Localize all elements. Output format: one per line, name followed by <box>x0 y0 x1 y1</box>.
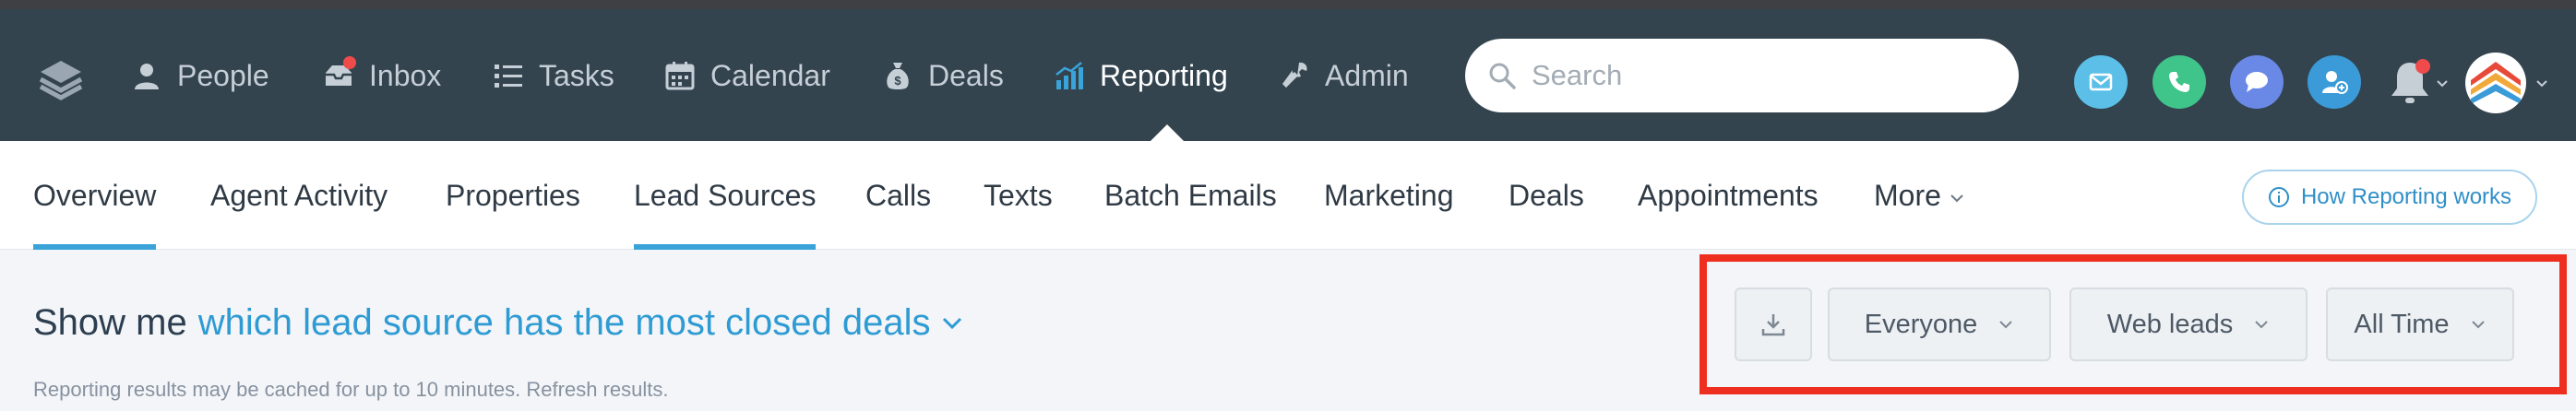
download-icon <box>1761 314 1785 336</box>
tab-more[interactable]: More <box>1874 141 1965 250</box>
nav-item-inbox[interactable]: Inbox <box>323 50 441 101</box>
tab-label: Marketing <box>1324 178 1454 212</box>
envelope-icon <box>2089 73 2113 91</box>
tab-label: Batch Emails <box>1104 178 1277 212</box>
nav-item-label: Deals <box>928 58 1004 92</box>
tab-label: Properties <box>446 178 580 212</box>
active-nav-indicator <box>1151 124 1184 141</box>
report-question-selector[interactable]: which lead source has the most closed de… <box>198 302 931 344</box>
source-filter-dropdown[interactable]: Web leads <box>2069 288 2308 361</box>
person-icon <box>131 60 162 91</box>
nav-item-admin[interactable]: Admin <box>1279 50 1409 101</box>
help-label: How Reporting works <box>2300 184 2512 209</box>
phone-button[interactable] <box>2153 55 2206 109</box>
tab-properties[interactable]: Properties <box>446 141 580 250</box>
report-tabs: Overview Agent Activity Properties Lead … <box>0 141 2576 250</box>
tab-texts[interactable]: Texts <box>984 141 1053 250</box>
window-top-strip <box>0 0 2576 9</box>
top-navbar: People Inbox Tasks Calendar $ Deals Repo… <box>0 9 2576 141</box>
money-bag-icon: $ <box>882 60 913 91</box>
nav-item-deals[interactable]: $ Deals <box>882 50 1004 101</box>
nav-item-label: People <box>177 58 269 92</box>
bar-chart-icon <box>1054 60 1085 91</box>
chevron-down-icon <box>1950 194 1963 203</box>
chevron-down-icon <box>2255 321 2268 329</box>
info-icon <box>2268 187 2289 207</box>
tab-label: Texts <box>984 178 1053 212</box>
nav-item-label: Calendar <box>710 58 830 92</box>
how-reporting-works-button[interactable]: How Reporting works <box>2242 170 2537 225</box>
tab-appointments[interactable]: Appointments <box>1638 141 1819 250</box>
chat-button[interactable] <box>2230 55 2284 109</box>
inbox-icon <box>323 56 356 91</box>
notification-dot <box>2415 59 2430 74</box>
tab-lead-sources[interactable]: Lead Sources <box>634 141 817 250</box>
period-filter-dropdown[interactable]: All Time <box>2326 288 2514 361</box>
cache-note-text: Reporting results may be cached for up t… <box>33 378 521 401</box>
tab-batch-emails[interactable]: Batch Emails <box>1104 141 1277 250</box>
source-filter-value: Web leads <box>2106 309 2234 339</box>
search-icon <box>1489 63 1516 89</box>
inbox-unread-dot <box>343 56 356 69</box>
phone-icon <box>2169 72 2189 92</box>
avatar[interactable] <box>2465 53 2526 113</box>
chat-bubble-icon <box>2246 72 2268 92</box>
report-question: Show me which lead source has the most c… <box>33 302 964 344</box>
nav-item-label: Reporting <box>1100 58 1228 92</box>
nav-item-label: Admin <box>1325 58 1409 92</box>
tab-marketing[interactable]: Marketing <box>1324 141 1454 250</box>
wrench-icon <box>1279 60 1310 91</box>
nav-item-calendar[interactable]: Calendar <box>664 50 830 101</box>
chevron-down-icon <box>2471 321 2485 329</box>
tab-label: More <box>1874 178 1941 212</box>
svg-text:$: $ <box>894 74 901 88</box>
agent-filter-dropdown[interactable]: Everyone <box>1828 288 2051 361</box>
add-person-button[interactable] <box>2308 55 2361 109</box>
tab-label: Overview <box>33 178 157 212</box>
agent-filter-value: Everyone <box>1864 309 1978 339</box>
search-box[interactable] <box>1465 39 2019 112</box>
nav-item-tasks[interactable]: Tasks <box>493 50 614 101</box>
tab-label: Appointments <box>1638 178 1819 212</box>
nav-item-label: Inbox <box>369 58 442 92</box>
avatar-logo-icon <box>2471 62 2521 104</box>
tab-agent-activity[interactable]: Agent Activity <box>210 141 388 250</box>
tab-deals[interactable]: Deals <box>1509 141 1584 250</box>
tab-label: Deals <box>1509 178 1584 212</box>
calendar-icon <box>664 60 696 91</box>
nav-item-label: Tasks <box>539 58 614 92</box>
nav-item-reporting[interactable]: Reporting <box>1054 50 1228 101</box>
tab-label: Calls <box>865 178 932 212</box>
email-button[interactable] <box>2074 55 2128 109</box>
chevron-down-icon[interactable] <box>2535 77 2548 90</box>
show-me-label: Show me <box>33 302 187 343</box>
tab-calls[interactable]: Calls <box>865 141 931 250</box>
cache-note: Reporting results may be cached for up t… <box>33 378 668 402</box>
list-icon <box>493 60 524 91</box>
chevron-down-icon <box>1999 321 2012 329</box>
chevron-down-icon[interactable] <box>940 311 964 335</box>
download-button[interactable] <box>1735 288 1812 361</box>
tab-label: Agent Activity <box>210 178 388 212</box>
period-filter-value: All Time <box>2354 309 2450 339</box>
tab-overview[interactable]: Overview <box>33 141 157 250</box>
app-logo-icon[interactable] <box>37 55 85 103</box>
chevron-down-icon[interactable] <box>2436 77 2449 90</box>
nav-item-people[interactable]: People <box>131 50 269 101</box>
bell-icon[interactable] <box>2382 55 2438 111</box>
add-person-icon <box>2322 71 2348 94</box>
search-input[interactable] <box>1532 59 1993 92</box>
refresh-results-link[interactable]: Refresh results. <box>526 378 668 401</box>
tab-label: Lead Sources <box>634 178 817 212</box>
